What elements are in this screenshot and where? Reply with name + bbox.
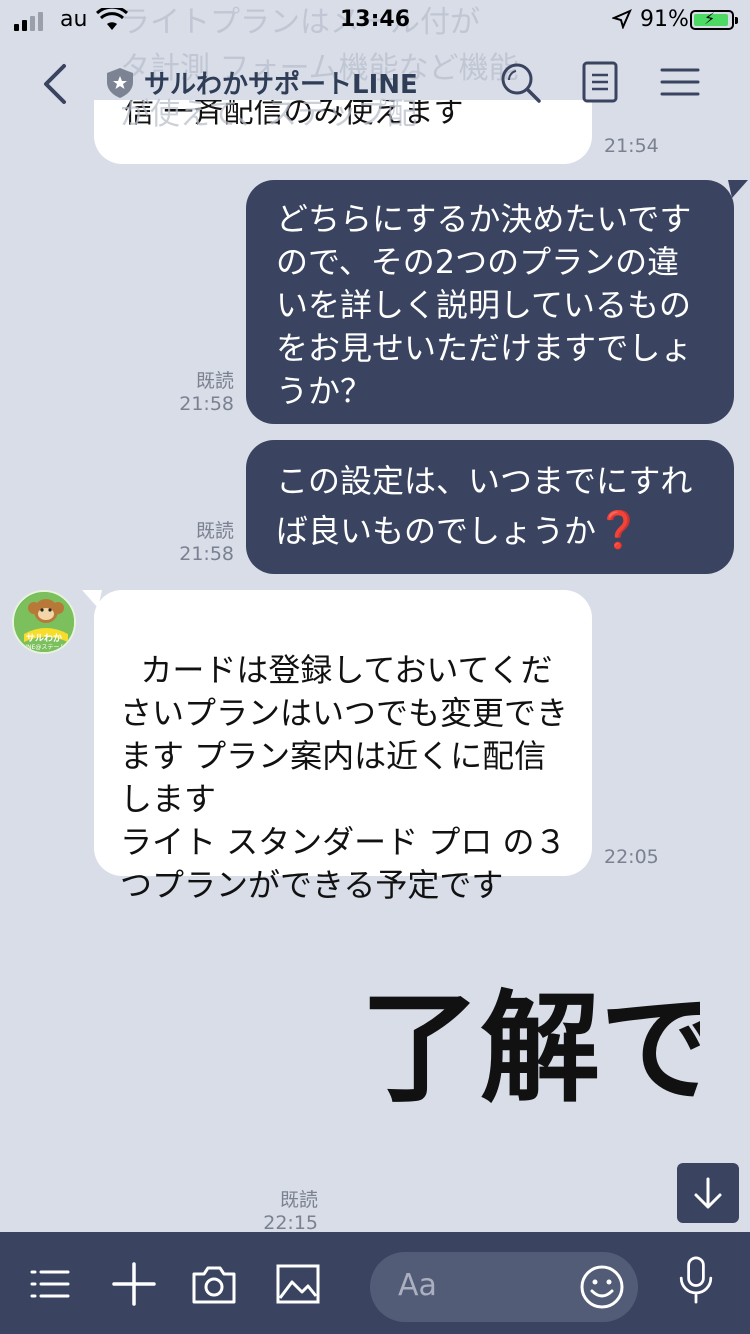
message-time: 22:05 bbox=[604, 846, 659, 868]
image-icon[interactable] bbox=[274, 1260, 322, 1308]
arrow-down-icon bbox=[694, 1177, 722, 1209]
read-receipt: 既読 22:15 bbox=[263, 1189, 318, 1234]
menu-icon[interactable] bbox=[658, 60, 702, 104]
search-icon[interactable] bbox=[498, 60, 542, 104]
emoji-icon[interactable] bbox=[578, 1263, 626, 1311]
chat-title: サルわかサポートLINE bbox=[144, 70, 418, 100]
message-bubble-outgoing[interactable]: どちらにするか決めたいですので、その2つのプランの違いを詳しく説明しているものを… bbox=[246, 180, 734, 424]
question-emoji: ❓ bbox=[596, 510, 641, 551]
message-bubble-outgoing[interactable]: この設定は、いつまでにすれば良いものでしょうか❓ bbox=[246, 440, 734, 574]
shield-badge-icon bbox=[107, 67, 133, 98]
microphone-icon[interactable] bbox=[672, 1256, 720, 1304]
location-arrow-icon bbox=[612, 9, 632, 29]
avatar[interactable]: サルわか LINE@ステーム bbox=[12, 590, 76, 654]
back-chevron-icon[interactable] bbox=[38, 62, 78, 106]
chat-header: サルわかサポートLINE bbox=[0, 40, 750, 128]
input-bar: Aa bbox=[0, 1232, 750, 1334]
sticker-text: 了解です bbox=[360, 978, 700, 1119]
scroll-to-bottom-button[interactable] bbox=[677, 1163, 739, 1223]
message-input-placeholder: Aa bbox=[398, 1268, 437, 1303]
camera-icon[interactable] bbox=[190, 1260, 238, 1308]
chat-title-area[interactable]: サルわかサポートLINE bbox=[106, 64, 418, 101]
battery-icon: ⚡ bbox=[690, 9, 738, 30]
read-receipt: 既読 21:58 bbox=[179, 520, 234, 565]
bubble-tail bbox=[728, 180, 748, 198]
clock: 13:46 bbox=[339, 7, 411, 32]
status-bar: au 13:46 91% ⚡ bbox=[0, 0, 750, 40]
sticker-ryokai-desu[interactable]: 了解です bbox=[360, 975, 700, 1125]
avatar-label-bottom: LINE@ステーム bbox=[22, 644, 66, 651]
message-bubble-incoming[interactable]: カードは登録しておいてくださいプランはいつでも変更できます プラン案内は近くに配… bbox=[94, 590, 592, 904]
message-input[interactable]: Aa bbox=[370, 1252, 638, 1322]
read-receipt: 既読 21:58 bbox=[179, 370, 234, 415]
plus-icon[interactable] bbox=[110, 1260, 158, 1308]
message-time: 21:54 bbox=[604, 135, 659, 157]
menu-list-icon[interactable] bbox=[26, 1260, 74, 1308]
battery-percent: 91% bbox=[640, 7, 689, 32]
notes-icon[interactable] bbox=[578, 60, 622, 104]
